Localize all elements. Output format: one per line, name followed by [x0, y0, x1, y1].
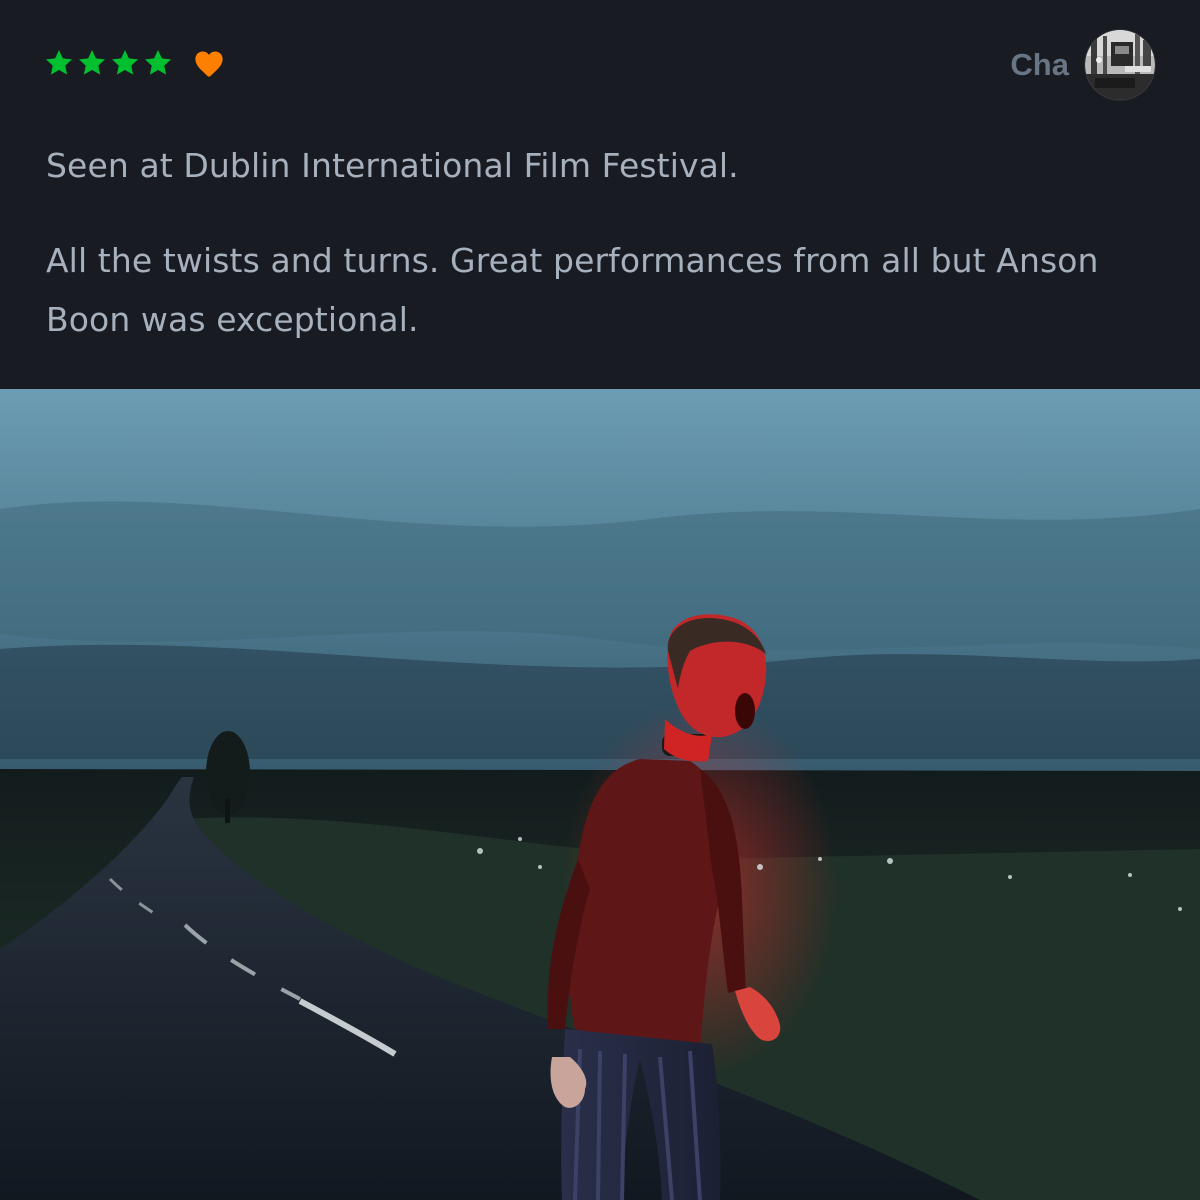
- review-body: Seen at Dublin International Film Festiv…: [46, 136, 1146, 349]
- rating-row: [44, 48, 226, 78]
- star-icon: [46, 50, 72, 75]
- star-rating: [44, 48, 173, 78]
- review-paragraph: All the twists and turns. Great performa…: [46, 241, 1099, 339]
- film-still-image: [0, 389, 1200, 1200]
- review-header: Cha Seen at Dublin International Film Fe…: [0, 0, 1200, 389]
- avatar[interactable]: [1085, 30, 1155, 100]
- star-icon: [79, 50, 105, 75]
- star-icon: [145, 50, 171, 75]
- review-paragraph: Seen at Dublin International Film Festiv…: [46, 146, 739, 185]
- heart-icon: [195, 51, 223, 77]
- username[interactable]: Cha: [1010, 47, 1069, 83]
- star-icon: [112, 50, 138, 75]
- user-info[interactable]: Cha: [1010, 30, 1155, 100]
- review-card: Cha Seen at Dublin International Film Fe…: [0, 0, 1200, 1200]
